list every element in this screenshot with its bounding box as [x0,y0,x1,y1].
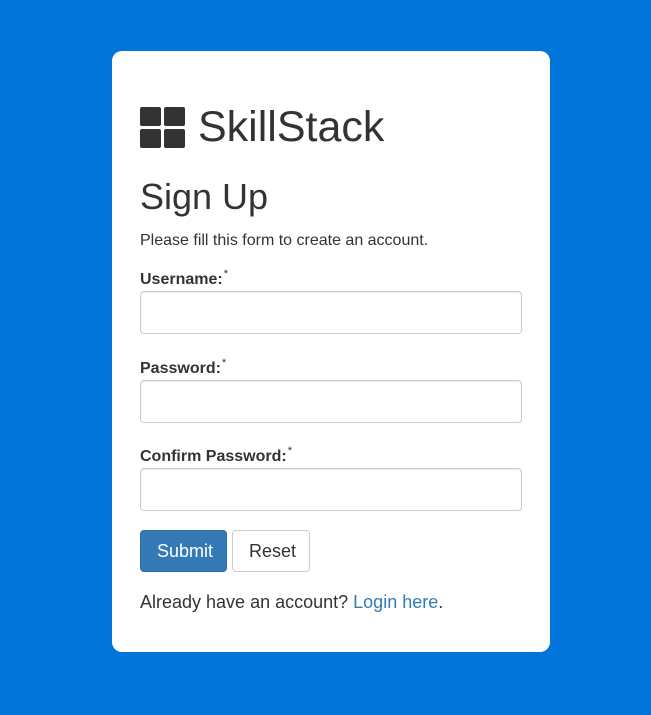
brand-name: SkillStack [198,103,385,151]
confirm-password-input[interactable] [140,468,522,511]
brand-header: SkillStack [140,104,384,150]
required-marker: * [287,445,292,457]
signup-card: SkillStack Sign Up Please fill this form… [112,51,550,652]
reset-button[interactable]: Reset [232,530,310,572]
form-subtitle: Please fill this form to create an accou… [140,232,429,249]
grid-icon [140,107,185,148]
password-input[interactable] [140,380,522,423]
login-link[interactable]: Login here [353,592,438,612]
confirm-password-label: Confirm Password:* [140,445,292,465]
required-marker: * [221,357,227,369]
username-label: Username:* [140,268,228,288]
page-title: Sign Up [140,176,269,217]
submit-button[interactable]: Submit [140,530,227,572]
username-input[interactable] [140,291,522,334]
required-marker: * [223,268,228,280]
login-prompt: Already have an account? Login here. [140,592,444,612]
password-label: Password:* [140,357,227,377]
